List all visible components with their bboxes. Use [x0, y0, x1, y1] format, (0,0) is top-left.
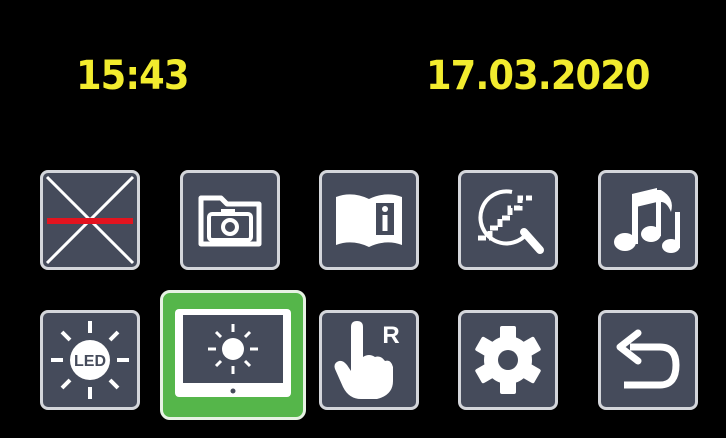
right-hand-label: R	[382, 322, 399, 349]
crosshair-toggle-button[interactable]	[40, 170, 140, 270]
led-light-icon: LED	[51, 321, 129, 399]
music-button[interactable]	[598, 170, 698, 270]
right-hand-touch-icon: R	[334, 321, 400, 399]
info-book-icon	[336, 194, 402, 247]
led-light-button[interactable]: LED	[40, 310, 140, 410]
crosshair-off-icon	[45, 175, 135, 265]
music-notes-icon	[614, 188, 680, 253]
clock-time: 15:43	[76, 53, 189, 99]
led-label: LED	[74, 353, 106, 370]
back-button[interactable]	[598, 310, 698, 410]
settings-button[interactable]	[458, 310, 558, 410]
camera-folder-icon	[198, 195, 262, 247]
stairs-search-icon	[478, 189, 544, 254]
gear-icon	[475, 326, 541, 394]
stairs-magnifier-button[interactable]	[458, 170, 558, 270]
current-date: 17.03.2020	[426, 53, 651, 99]
right-hand-mode-button[interactable]: R	[319, 310, 419, 410]
menu-screen: 15:43 17.03.2020 LED R	[0, 0, 726, 438]
screen-brightness-icon	[175, 309, 291, 397]
info-manual-button[interactable]	[319, 170, 419, 270]
photo-gallery-button[interactable]	[180, 170, 280, 270]
screen-brightness-button[interactable]	[160, 290, 306, 420]
back-arrow-icon	[616, 329, 680, 389]
